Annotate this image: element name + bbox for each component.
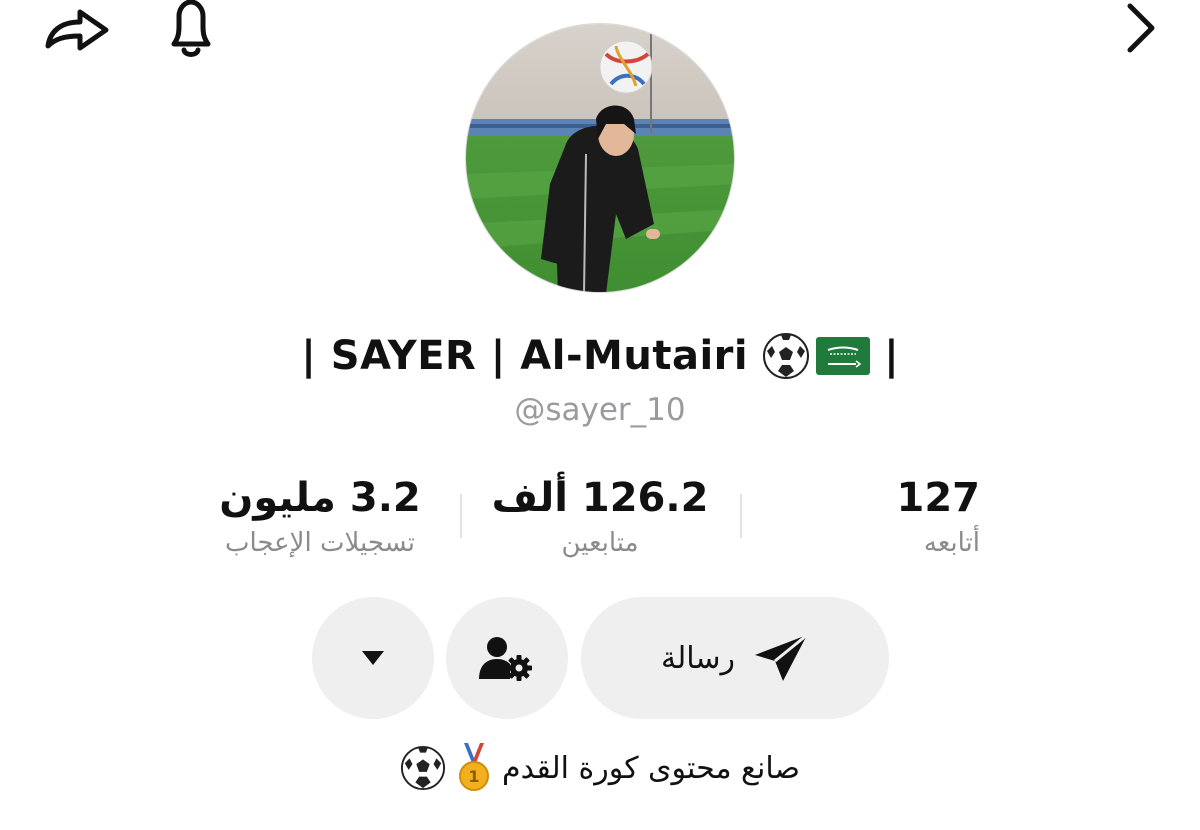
- stat-divider: [460, 494, 462, 538]
- soccer-ball-icon: [400, 745, 446, 791]
- followers-stat[interactable]: 126.2 ألف متابعين: [480, 472, 720, 562]
- name-emojis: [762, 332, 871, 380]
- profile-stats: 3.2 مليون تسجيلات الإعجاب 126.2 ألف متاب…: [180, 472, 980, 572]
- share-button[interactable]: [40, 0, 116, 60]
- profile-avatar[interactable]: [465, 23, 735, 293]
- following-label: أتابعه: [923, 528, 980, 558]
- display-name-suffix: |: [884, 333, 899, 379]
- soccer-ball-icon: [763, 333, 810, 379]
- likes-stat[interactable]: 3.2 مليون تسجيلات الإعجاب: [180, 472, 460, 562]
- stat-divider: [740, 494, 742, 538]
- bio-text: صانع محتوى كورة القدم: [502, 750, 800, 786]
- svg-text:1: 1: [468, 767, 479, 786]
- display-name-text: | SAYER | Al-Mutairi: [301, 333, 749, 379]
- share-icon: [45, 9, 109, 51]
- user-settings-icon: [479, 637, 532, 681]
- caret-down-icon: [362, 651, 384, 665]
- bio: 1 صانع محتوى كورة القدم: [0, 740, 1200, 796]
- display-name: | SAYER | Al-Mutairi |: [0, 330, 1200, 382]
- bell-icon: [171, 0, 211, 57]
- more-options-dropdown-button[interactable]: [312, 597, 434, 719]
- back-button[interactable]: [1120, 0, 1166, 60]
- notifications-button[interactable]: [158, 0, 224, 60]
- saudi-flag-icon: [816, 337, 871, 375]
- message-button-label: رسالة: [661, 640, 735, 676]
- likes-label: تسجيلات الإعجاب: [224, 528, 416, 558]
- message-button[interactable]: رسالة: [581, 597, 889, 719]
- following-stat[interactable]: 127 أتابعه: [780, 472, 981, 562]
- following-count: 127: [896, 475, 981, 521]
- chevron-right-icon: [1127, 3, 1155, 53]
- avatar-photo: [466, 24, 734, 292]
- username: @sayer_10: [514, 392, 686, 428]
- profile-settings-button[interactable]: [446, 597, 568, 719]
- likes-count: 3.2 مليون: [219, 475, 421, 521]
- followers-count: 126.2 ألف: [491, 475, 709, 521]
- first-place-medal-icon: 1: [459, 743, 490, 791]
- send-icon: [755, 633, 808, 681]
- followers-label: متابعين: [561, 528, 639, 558]
